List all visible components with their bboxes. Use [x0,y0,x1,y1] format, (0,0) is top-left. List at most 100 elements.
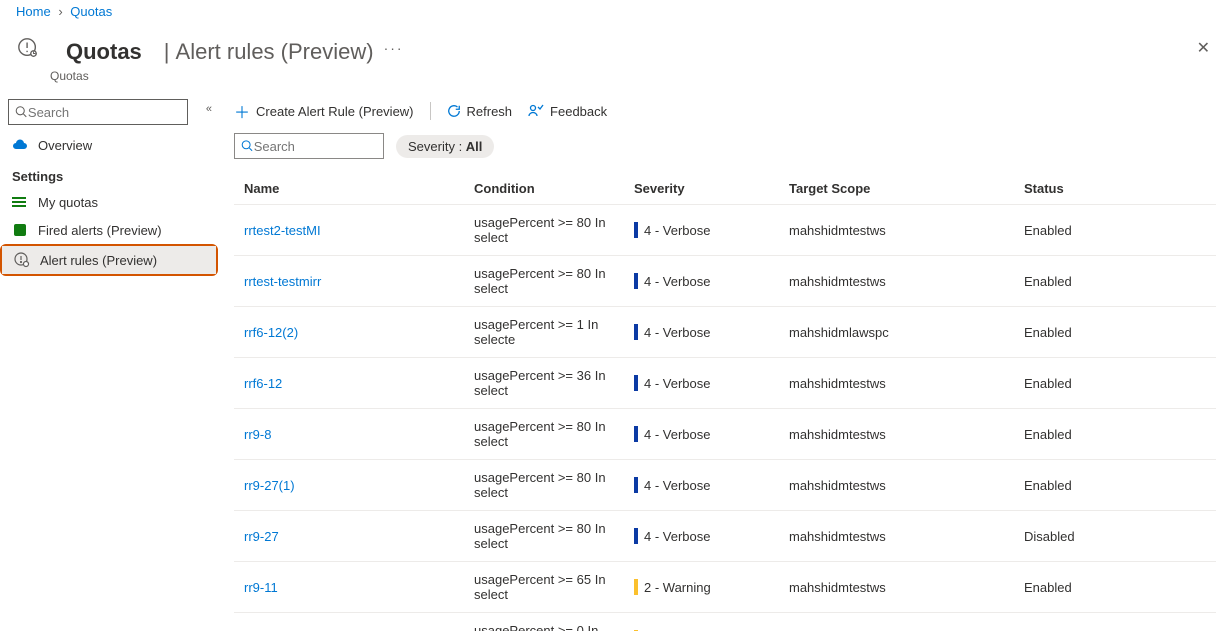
sidebar-item-label: Fired alerts (Preview) [38,223,162,238]
sidebar-item-my-quotas[interactable]: My quotas [0,188,218,216]
sidebar-item-label: My quotas [38,195,98,210]
pill-label: Severity : [408,139,466,154]
rule-condition: usagePercent >= 80 In select [474,215,634,245]
rule-severity: 2 - Warning [634,579,789,595]
severity-bar-icon [634,324,638,340]
rule-scope: mahshidmtestws [789,478,1024,493]
rule-scope: mahshidmtestws [789,223,1024,238]
severity-bar-icon [634,222,638,238]
button-label: Feedback [550,104,607,119]
collapse-sidebar-icon[interactable]: « [206,103,212,115]
rule-condition: usagePercent >= 65 In select [474,572,634,602]
search-icon [241,139,254,153]
rule-status: Enabled [1024,325,1206,340]
refresh-icon [447,104,461,118]
rule-status: Enabled [1024,223,1206,238]
table-row: rrf6-12(2)usagePercent >= 1 In selecte4 … [234,307,1216,358]
rule-severity: 4 - Verbose [634,222,789,238]
rule-status: Disabled [1024,529,1206,544]
rule-scope: mahshidmtestws [789,427,1024,442]
col-status[interactable]: Status [1024,181,1206,196]
highlight-annotation: Alert rules (Preview) [0,244,218,276]
rule-severity: 4 - Verbose [634,477,789,493]
sidebar-item-label: Overview [38,138,92,153]
severity-bar-icon [634,528,638,544]
rule-condition: usagePercent >= 1 In selecte [474,317,634,347]
sidebar-item-label: Alert rules (Preview) [40,253,157,268]
sidebar-item-alert-rules[interactable]: Alert rules (Preview) [2,246,216,274]
more-actions-icon[interactable]: ··· [384,40,404,56]
list-icon [12,194,28,210]
close-icon[interactable]: ✕ [1191,32,1216,64]
col-severity[interactable]: Severity [634,181,789,196]
table-row: rrtest2-testMIusagePercent >= 80 In sele… [234,205,1216,256]
sidebar-search-input[interactable] [28,105,181,120]
table-row: rr9-11usagePercent >= 65 In select2 - Wa… [234,562,1216,613]
sidebar-section-settings: Settings [0,159,218,188]
rule-name-link[interactable]: rr9-11 [244,580,474,595]
filter-row: Severity : All [234,133,1216,173]
rule-name-link[interactable]: rrtest2-testMI [244,223,474,238]
main-pane: ＋ Create Alert Rule (Preview) Refresh Fe… [218,91,1232,631]
table-row: rr9-8usagePercent >= 80 In select4 - Ver… [234,409,1216,460]
rule-scope: mahshidmtestws [789,580,1024,595]
table-search[interactable] [234,133,384,159]
col-scope[interactable]: Target Scope [789,181,1024,196]
rule-status: Enabled [1024,274,1206,289]
sidebar-search[interactable] [8,99,188,125]
col-name[interactable]: Name [244,181,474,196]
toolbar-separator [430,102,431,120]
table-search-input[interactable] [254,139,377,154]
severity-bar-icon [634,273,638,289]
severity-bar-icon [634,477,638,493]
page-title-main: Quotas [50,31,158,65]
table-row: rrf6-12usagePercent >= 36 In select4 - V… [234,358,1216,409]
breadcrumb: Home › Quotas [0,0,1232,23]
severity-filter-pill[interactable]: Severity : All [396,135,494,158]
rule-status: Enabled [1024,376,1206,391]
rule-name-link[interactable]: rr9-8 [244,427,474,442]
table-row: rr9-27(1)usagePercent >= 80 In select4 -… [234,460,1216,511]
col-condition[interactable]: Condition [474,181,634,196]
page-subtitle: Quotas [0,69,1232,91]
sidebar-item-fired-alerts[interactable]: Fired alerts (Preview) [0,216,218,244]
breadcrumb-home[interactable]: Home [16,4,51,19]
create-alert-rule-button[interactable]: ＋ Create Alert Rule (Preview) [234,99,414,123]
rule-status: Enabled [1024,427,1206,442]
feedback-icon [528,104,544,118]
table-row: rr9-27usagePercent >= 80 In select4 - Ve… [234,511,1216,562]
plus-icon: ＋ [234,99,250,123]
table-row: rrtest-testmirrusagePercent >= 80 In sel… [234,256,1216,307]
refresh-button[interactable]: Refresh [447,104,513,119]
rule-condition: usagePercent >= 80 In select [474,521,634,551]
rule-scope: mahshidmtestws [789,274,1024,289]
rule-name-link[interactable]: rr9-27(1) [244,478,474,493]
table-header: Name Condition Severity Target Scope Sta… [234,173,1216,205]
rule-name-link[interactable]: rrf6-12 [244,376,474,391]
rule-severity: 4 - Verbose [634,528,789,544]
rule-condition: usagePercent >= 80 In select [474,470,634,500]
breadcrumb-quotas[interactable]: Quotas [70,4,112,19]
rule-name-link[interactable]: rrf6-12(2) [244,325,474,340]
rule-condition: usagePercent >= 36 In select [474,368,634,398]
sidebar-item-overview[interactable]: Overview [0,131,218,159]
rule-name-link[interactable]: rr9-27 [244,529,474,544]
rule-condition: usagePercent >= 0 In selecte [474,623,634,631]
page-title-divider: | [164,39,170,65]
rule-scope: mahshidmlawspc [789,325,1024,340]
severity-bar-icon [634,375,638,391]
alert-rules-icon [14,252,30,268]
rule-name-link[interactable]: rrtest-testmirr [244,274,474,289]
quotas-icon [16,36,40,60]
severity-bar-icon [634,579,638,595]
rule-condition: usagePercent >= 80 In select [474,266,634,296]
rule-severity: 4 - Verbose [634,273,789,289]
cloud-icon [12,137,28,153]
feedback-button[interactable]: Feedback [528,104,607,119]
toolbar: ＋ Create Alert Rule (Preview) Refresh Fe… [234,99,1216,133]
table-row: rr8-22usagePercent >= 0 In selecte2 - Wa… [234,613,1216,631]
rule-severity: 4 - Verbose [634,426,789,442]
alerts-icon [12,222,28,238]
rule-status: Enabled [1024,580,1206,595]
severity-bar-icon [634,426,638,442]
